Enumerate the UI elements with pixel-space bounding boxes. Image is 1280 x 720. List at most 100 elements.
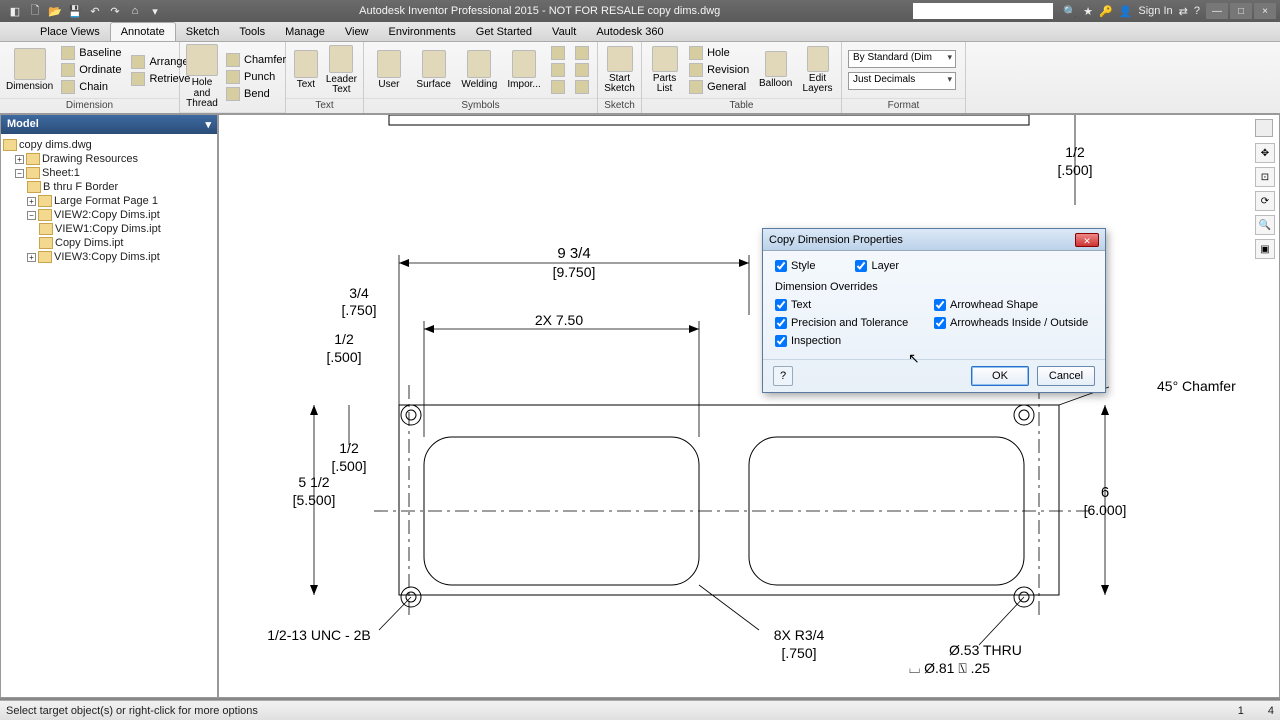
star-icon[interactable]: ★	[1083, 5, 1093, 18]
signin-label[interactable]: Sign In	[1138, 5, 1172, 18]
style-checkbox[interactable]: Style	[775, 260, 815, 272]
precision-checkbox[interactable]: Precision and Tolerance	[775, 317, 934, 329]
open-icon[interactable]: 📂	[46, 2, 64, 20]
leader-text-button[interactable]: Leader Text	[326, 45, 357, 96]
hole-thread-button[interactable]: Hole and Thread	[186, 44, 218, 110]
hole-table-button[interactable]: Hole	[687, 45, 751, 61]
dialog-titlebar[interactable]: Copy Dimension Properties ✕	[763, 229, 1105, 251]
pan-icon[interactable]: ✥	[1255, 143, 1275, 163]
tree-item[interactable]: Copy Dims.ipt	[3, 236, 215, 250]
qat-more-icon[interactable]: ▾	[146, 2, 164, 20]
chain-button[interactable]: Chain	[59, 79, 123, 95]
style-combo[interactable]: By Standard (Dim	[848, 50, 956, 68]
svg-text:[.500]: [.500]	[1057, 162, 1092, 178]
panel-format: By Standard (Dim Just Decimals Format	[842, 42, 966, 113]
undo-icon[interactable]: ↶	[86, 2, 104, 20]
close-button[interactable]: ×	[1254, 3, 1276, 19]
arrowheads-io-checkbox[interactable]: Arrowheads Inside / Outside	[934, 317, 1093, 329]
app-menu-icon[interactable]: ◧	[6, 2, 24, 20]
tab-autodesk360[interactable]: Autodesk 360	[586, 23, 673, 41]
revision-table-button[interactable]: Revision	[687, 62, 751, 78]
panel-label: Symbols	[364, 98, 597, 113]
svg-text:1/2: 1/2	[339, 440, 359, 456]
tree-root[interactable]: copy dims.dwg	[3, 138, 215, 152]
tree-item[interactable]: +Large Format Page 1	[3, 194, 215, 208]
exchange-icon[interactable]: ⇄	[1179, 5, 1188, 18]
tree-item[interactable]: VIEW1:Copy Dims.ipt	[3, 222, 215, 236]
import-symbols-button[interactable]: Impor...	[505, 50, 543, 91]
tab-place-views[interactable]: Place Views	[30, 23, 110, 41]
key-icon[interactable]: 🔑	[1099, 5, 1113, 18]
tab-tools[interactable]: Tools	[229, 23, 275, 41]
symbol1-button[interactable]	[549, 45, 567, 61]
tab-view[interactable]: View	[335, 23, 379, 41]
save-icon[interactable]: 💾	[66, 2, 84, 20]
search-icon[interactable]: 🔍	[1063, 5, 1077, 18]
panel-table: Parts List Hole Revision General Balloon…	[642, 42, 842, 113]
tab-sketch[interactable]: Sketch	[176, 23, 230, 41]
home-icon[interactable]: ⌂	[126, 2, 144, 20]
minimize-button[interactable]: —	[1206, 3, 1228, 19]
balloon-button[interactable]: Balloon	[757, 51, 794, 90]
svg-text:5 1/2: 5 1/2	[298, 474, 329, 490]
edit-layers-button[interactable]: Edit Layers	[800, 46, 835, 95]
layer-combo[interactable]: Just Decimals	[848, 72, 956, 90]
zoom-window-icon[interactable]: ▣	[1255, 239, 1275, 259]
ordinate-button[interactable]: Ordinate	[59, 62, 123, 78]
tab-manage[interactable]: Manage	[275, 23, 335, 41]
tree-item[interactable]: +VIEW3:Copy Dims.ipt	[3, 250, 215, 264]
drawing-canvas[interactable]: 9 3/4 [9.750] 2X 7.50 3/4 [.750] 1/2 [.5…	[218, 114, 1280, 698]
dimension-button[interactable]: Dimension	[6, 48, 53, 93]
maximize-button[interactable]: □	[1230, 3, 1252, 19]
bend-button[interactable]: Bend	[224, 86, 288, 102]
copy-dimension-properties-dialog: Copy Dimension Properties ✕ Style Layer …	[762, 228, 1106, 393]
ok-button[interactable]: OK	[971, 366, 1029, 386]
chamfer-note-button[interactable]: Chamfer	[224, 52, 288, 68]
general-table-button[interactable]: General	[687, 79, 751, 95]
orbit-icon[interactable]: ⟳	[1255, 191, 1275, 211]
cancel-button[interactable]: Cancel	[1037, 366, 1095, 386]
symbol6-button[interactable]	[573, 79, 591, 95]
baseline-button[interactable]: Baseline	[59, 45, 123, 61]
tab-annotate[interactable]: Annotate	[110, 22, 176, 41]
tree-item[interactable]: +Drawing Resources	[3, 152, 215, 166]
tree-item[interactable]: −VIEW2:Copy Dims.ipt	[3, 208, 215, 222]
dialog-help-button[interactable]: ?	[773, 366, 793, 386]
symbol4-button[interactable]	[573, 45, 591, 61]
punch-button[interactable]: Punch	[224, 69, 288, 85]
zoom-extents-icon[interactable]: ⊡	[1255, 167, 1275, 187]
tab-vault[interactable]: Vault	[542, 23, 586, 41]
dialog-close-button[interactable]: ✕	[1075, 233, 1099, 247]
text-button[interactable]: Text	[292, 50, 320, 91]
user-symbol-button[interactable]: User	[370, 50, 408, 91]
symbol3-button[interactable]	[549, 79, 567, 95]
arrowhead-shape-checkbox[interactable]: Arrowhead Shape	[934, 299, 1093, 311]
zoom-icon[interactable]: 🔍	[1255, 215, 1275, 235]
inspection-checkbox[interactable]: Inspection	[775, 335, 934, 347]
new-icon[interactable]: 🗋	[26, 2, 44, 20]
model-header[interactable]: Model▾	[1, 115, 217, 134]
user-icon[interactable]: 👤	[1119, 5, 1133, 18]
panel-text: Text Leader Text Text	[286, 42, 364, 113]
symbol2-button[interactable]	[549, 62, 567, 78]
navcube[interactable]	[1255, 119, 1273, 137]
tab-get-started[interactable]: Get Started	[466, 23, 542, 41]
layer-checkbox[interactable]: Layer	[855, 260, 899, 272]
symbol5-button[interactable]	[573, 62, 591, 78]
redo-icon[interactable]: ↷	[106, 2, 124, 20]
tab-environments[interactable]: Environments	[379, 23, 466, 41]
panel-label: Table	[642, 98, 841, 113]
text-checkbox[interactable]: Text	[775, 299, 934, 311]
parts-list-button[interactable]: Parts List	[648, 46, 681, 95]
welding-button[interactable]: Welding	[460, 50, 500, 91]
help-icon[interactable]: ?	[1194, 5, 1200, 18]
start-sketch-button[interactable]: Start Sketch	[604, 46, 635, 95]
tree-item[interactable]: −Sheet:1	[3, 166, 215, 180]
panel-symbols: User Surface Welding Impor... Symbols	[364, 42, 598, 113]
svg-text:[.750]: [.750]	[341, 302, 376, 318]
surface-button[interactable]: Surface	[414, 50, 454, 91]
search-input[interactable]	[913, 3, 1053, 19]
app-title: Autodesk Inventor Professional 2015 - NO…	[170, 5, 909, 17]
svg-text:[6.000]: [6.000]	[1084, 502, 1127, 518]
tree-item[interactable]: B thru F Border	[3, 180, 215, 194]
